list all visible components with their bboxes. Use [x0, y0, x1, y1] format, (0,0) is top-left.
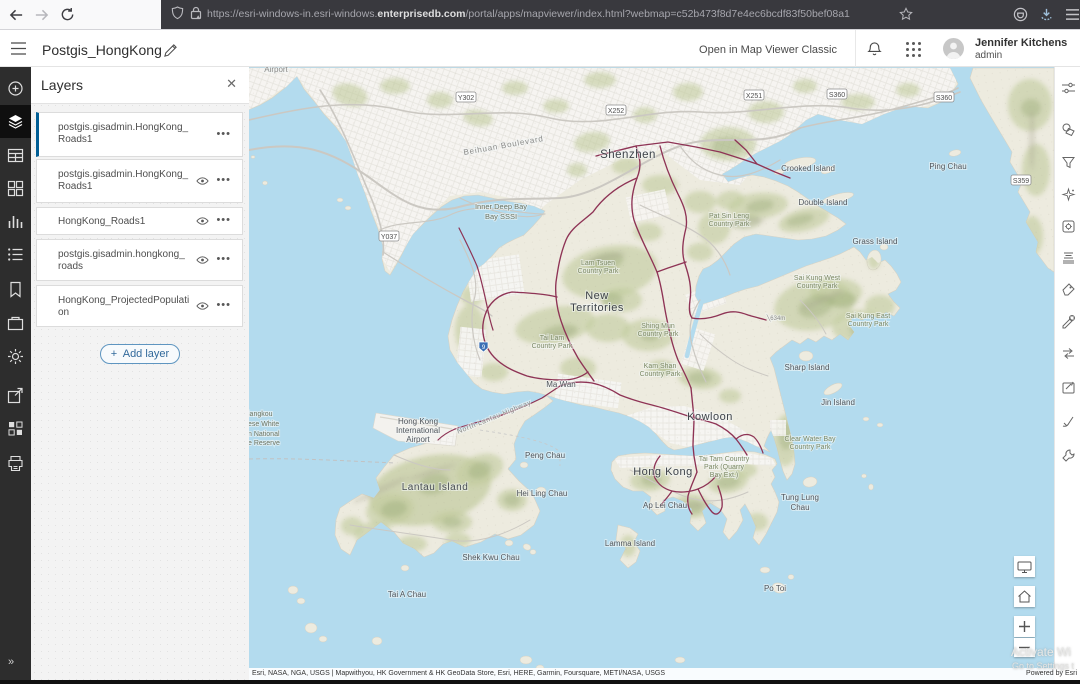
svg-text:Lam Tsuen: Lam Tsuen	[581, 260, 615, 267]
svg-text:e Reserve: e Reserve	[249, 440, 280, 447]
svg-text:Lamma Island: Lamma Island	[605, 539, 655, 548]
svg-text:S360: S360	[936, 95, 952, 102]
svg-text:Sai Kung West: Sai Kung West	[794, 275, 840, 282]
svg-text:Kam Shan: Kam Shan	[644, 363, 677, 370]
svg-text:Airport: Airport	[406, 435, 430, 444]
svg-text:X251: X251	[746, 93, 762, 100]
svg-text:Crooked Island: Crooked Island	[781, 164, 835, 173]
svg-text:Tai A Chau: Tai A Chau	[388, 590, 426, 599]
svg-text:Inner Deep Bay: Inner Deep Bay	[475, 202, 527, 211]
svg-text:Ma Wan: Ma Wan	[546, 380, 576, 389]
svg-text:Y037: Y037	[381, 234, 397, 241]
svg-text:Shing Mun: Shing Mun	[641, 323, 675, 330]
svg-text:New: New	[585, 290, 609, 302]
svg-text:Bay SSSI: Bay SSSI	[485, 212, 517, 221]
svg-text:Bay Ext.): Bay Ext.)	[710, 472, 738, 479]
svg-text:Shenzhen: Shenzhen	[600, 149, 656, 161]
svg-text:X252: X252	[608, 108, 624, 115]
svg-text:Y302: Y302	[458, 95, 474, 102]
svg-text:Tai Tam Country: Tai Tam Country	[699, 456, 750, 463]
svg-text:Ap Lei Chau: Ap Lei Chau	[643, 501, 687, 510]
svg-text:Country Park: Country Park	[640, 371, 681, 378]
svg-text:n National: n National	[249, 431, 280, 438]
svg-text:Hong Kong: Hong Kong	[633, 466, 693, 478]
svg-text:Pat Sin Leng: Pat Sin Leng	[709, 213, 749, 220]
svg-text:Country Park: Country Park	[797, 283, 838, 290]
svg-text:Clear Water Bay: Clear Water Bay	[784, 436, 836, 443]
svg-text:Country Park: Country Park	[532, 343, 573, 350]
svg-text:S360: S360	[829, 92, 845, 99]
svg-text:Country Park: Country Park	[638, 331, 679, 338]
svg-text:S359: S359	[1013, 178, 1029, 185]
svg-text:Park (Quarry: Park (Quarry	[704, 464, 745, 471]
svg-text:Grass Island: Grass Island	[853, 237, 898, 246]
svg-text:Kowloon: Kowloon	[687, 411, 733, 423]
svg-text:International: International	[396, 426, 440, 435]
svg-text:Country Park: Country Park	[578, 268, 619, 275]
svg-text:Tung Lung: Tung Lung	[781, 493, 819, 502]
svg-text:Territories: Territories	[570, 302, 624, 314]
svg-text:Lantau Island: Lantau Island	[402, 482, 469, 493]
svg-text:Country Park: Country Park	[709, 221, 750, 228]
svg-text:Airport: Airport	[264, 67, 288, 74]
svg-text:Peng Chau: Peng Chau	[525, 451, 565, 460]
svg-text:Sharp Island: Sharp Island	[785, 363, 830, 372]
svg-text:Ping Chau: Ping Chau	[929, 162, 966, 171]
svg-text:Shek Kwu Chau: Shek Kwu Chau	[462, 553, 519, 562]
svg-text:Sai Kung East: Sai Kung East	[846, 313, 890, 320]
svg-text:Po Toi: Po Toi	[764, 584, 786, 593]
svg-text:Chau: Chau	[790, 503, 809, 512]
svg-text:Hong Kong: Hong Kong	[398, 417, 438, 426]
svg-text:Double Island: Double Island	[799, 198, 848, 207]
svg-text:iangkou: iangkou	[249, 411, 273, 418]
svg-text:ese White: ese White	[249, 421, 279, 428]
svg-text:Hei Ling Chau: Hei Ling Chau	[517, 489, 568, 498]
svg-text:╲634m: ╲634m	[766, 314, 786, 322]
svg-text:Country Park: Country Park	[790, 444, 831, 451]
svg-text:Country Park: Country Park	[848, 321, 889, 328]
svg-text:Tai Lam: Tai Lam	[540, 335, 565, 342]
svg-text:Jin Island: Jin Island	[821, 398, 855, 407]
